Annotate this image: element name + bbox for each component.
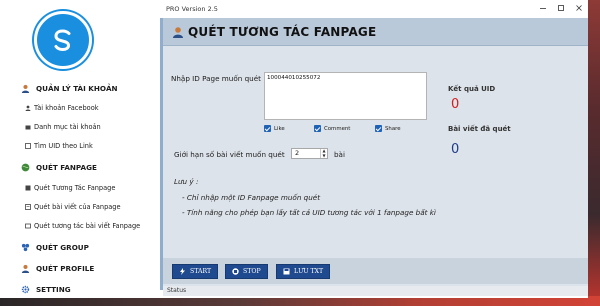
- start-label: START: [190, 268, 212, 275]
- maximize-icon[interactable]: [556, 3, 566, 13]
- status-bar: Status: [163, 286, 588, 296]
- comment-checkbox[interactable]: Comment: [314, 125, 350, 132]
- action-bar: START STOP LƯU TXT: [163, 258, 588, 284]
- page-title: QUÉT TƯƠNG TÁC FANPAGE: [188, 25, 377, 39]
- comment-icon: [25, 223, 31, 229]
- stop-label: STOP: [243, 268, 261, 275]
- skype-s-icon: [54, 29, 71, 52]
- sidebar-item-label: Tìm UID theo Link: [34, 142, 93, 150]
- checkbox-label: Share: [385, 125, 401, 132]
- sidebar-item-scan-fanpage-posts[interactable]: Quét bài viết của Fanpage: [25, 203, 121, 211]
- sidebar-item-label: Tài khoản Facebook: [34, 104, 99, 112]
- start-button[interactable]: START: [172, 264, 219, 279]
- sidebar-section-label: QUÉT PROFILE: [36, 264, 95, 273]
- result-uid-value: 0: [451, 97, 460, 112]
- desktop-wallpaper: [586, 0, 600, 306]
- sidebar-section-profile[interactable]: QUÉT PROFILE: [21, 264, 94, 273]
- sidebar-section-group[interactable]: QUÉT GROUP: [21, 243, 89, 252]
- sidebar-item-label: Danh mục tài khoản: [34, 123, 101, 131]
- limit-unit: bài: [334, 150, 345, 159]
- stop-icon: [232, 268, 239, 275]
- group-icon: [21, 243, 30, 252]
- like-checkbox[interactable]: Like: [264, 125, 285, 132]
- limit-label: Giới hạn số bài viết muốn quét: [174, 150, 285, 159]
- sidebar-item-facebook-accounts[interactable]: Tài khoản Facebook: [25, 104, 99, 112]
- checkbox-checked-icon: [314, 125, 321, 132]
- page-header: QUÉT TƯƠNG TÁC FANPAGE: [163, 18, 588, 46]
- window-title: PRO Version 2.5: [166, 5, 218, 13]
- note-line: - Tính năng cho phép bạn lấy tất cả UID …: [182, 208, 436, 217]
- sidebar-section-label: QUÉT FANPAGE: [36, 163, 97, 172]
- stepper-arrows-icon[interactable]: ▲ ▼: [320, 148, 327, 158]
- sidebar-item-find-uid[interactable]: Tìm UID theo Link: [25, 142, 93, 150]
- stop-button[interactable]: STOP: [225, 264, 268, 279]
- sidebar-section-account[interactable]: QUẢN LÝ TÀI KHOẢN: [21, 84, 118, 93]
- user-icon: [173, 27, 183, 38]
- sidebar-section-label: QUẢN LÝ TÀI KHOẢN: [36, 84, 118, 93]
- page-id-textarea[interactable]: 100044010255072: [264, 72, 427, 120]
- user-icon: [25, 105, 31, 111]
- sidebar-item-label: Quét bài viết của Fanpage: [34, 203, 121, 211]
- sidebar-item-label: Quét tương tác bài viết Fanpage: [34, 222, 141, 230]
- sidebar: QUẢN LÝ TÀI KHOẢN Tài khoản Facebook Dan…: [0, 0, 160, 298]
- sidebar-item-label: Quét Tương Tác Fanpage: [34, 184, 116, 192]
- app-window: QUẢN LÝ TÀI KHOẢN Tài khoản Facebook Dan…: [0, 0, 588, 298]
- app-logo: [34, 11, 92, 69]
- close-icon[interactable]: [574, 3, 584, 13]
- folder-icon: [25, 125, 31, 130]
- checkbox-label: Comment: [324, 125, 351, 132]
- window-titlebar[interactable]: PRO Version 2.5: [160, 0, 588, 18]
- globe-icon: [21, 163, 30, 172]
- checkbox-label: Like: [274, 125, 285, 132]
- checkbox-checked-icon: [375, 125, 382, 132]
- page-id-label: Nhập ID Page muốn quét: [171, 74, 261, 83]
- user-icon: [21, 84, 30, 93]
- lightning-icon: [180, 268, 185, 275]
- note-title: Lưu ý :: [174, 177, 199, 186]
- sidebar-item-account-folders[interactable]: Danh mục tài khoản: [25, 123, 101, 131]
- sidebar-section-setting[interactable]: SETTING: [21, 285, 71, 294]
- sidebar-item-scan-fanpage-interactions[interactable]: Quét Tương Tác Fanpage: [25, 184, 115, 192]
- sidebar-section-label: SETTING: [36, 285, 71, 294]
- flag-icon: [25, 185, 31, 191]
- sidebar-section-label: QUÉT GROUP: [36, 243, 89, 252]
- result-uid-label: Kết quả UID: [448, 85, 496, 93]
- save-icon: [283, 268, 290, 275]
- save-txt-button[interactable]: LƯU TXT: [276, 264, 331, 279]
- checkbox-checked-icon: [264, 125, 271, 132]
- note-line: - Chỉ nhập một ID Fanpage muốn quét: [182, 193, 321, 202]
- limit-stepper[interactable]: 2 ▲ ▼: [291, 148, 328, 159]
- result-posts-label: Bài viết đã quét: [448, 125, 511, 133]
- status-label: Status: [167, 287, 187, 294]
- link-icon: [25, 143, 31, 149]
- sidebar-item-scan-post-interactions[interactable]: Quét tương tác bài viết Fanpage: [25, 222, 140, 230]
- limit-value: 2: [295, 149, 300, 157]
- gear-icon: [21, 285, 30, 294]
- share-checkbox[interactable]: Share: [375, 125, 401, 132]
- minimize-icon[interactable]: [538, 3, 548, 13]
- profile-icon: [21, 264, 30, 273]
- result-posts-value: 0: [451, 142, 460, 157]
- save-label: LƯU TXT: [294, 268, 324, 275]
- document-icon: [25, 204, 31, 210]
- sidebar-section-fanpage[interactable]: QUÉT FANPAGE: [21, 163, 97, 172]
